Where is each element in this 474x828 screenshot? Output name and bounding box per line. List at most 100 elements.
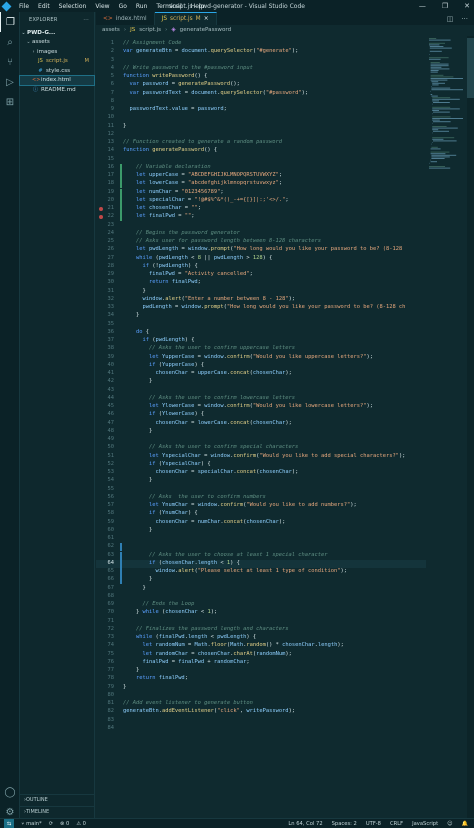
code-line[interactable]: 59 chosenChar = numChar.concat(chosenCha… bbox=[96, 519, 426, 527]
code-text[interactable] bbox=[118, 57, 123, 65]
code-line[interactable]: 11} bbox=[96, 123, 426, 131]
extensions-icon[interactable]: ⊞ bbox=[0, 92, 20, 112]
code-text[interactable]: return finalPwd; bbox=[118, 675, 188, 683]
code-line[interactable]: 66 } bbox=[96, 576, 426, 584]
more-actions-icon[interactable]: ··· bbox=[461, 15, 468, 23]
code-line[interactable]: 21 let chosenChar = ""; bbox=[96, 205, 426, 213]
line-number[interactable]: 83 bbox=[96, 717, 118, 725]
code-line[interactable]: 50 // Asks the user to confirm special c… bbox=[96, 444, 426, 452]
code-line[interactable]: 67 } bbox=[96, 585, 426, 593]
menu-file[interactable]: File bbox=[19, 3, 29, 10]
line-number[interactable]: 75 bbox=[96, 651, 118, 659]
code-line[interactable]: 40 if (YupperCase) { bbox=[96, 362, 426, 370]
line-number[interactable]: 39 bbox=[96, 354, 118, 362]
minimap[interactable] bbox=[426, 36, 466, 818]
breadcrumb-folder[interactable]: assets bbox=[102, 27, 120, 33]
git-change-marker[interactable] bbox=[120, 205, 122, 213]
line-number[interactable]: 10 bbox=[96, 114, 118, 122]
code-text[interactable]: let YlowerCase = window.confirm("Would y… bbox=[118, 403, 373, 411]
code-text[interactable]: let randomChar = chosenChar.charAt(rando… bbox=[118, 651, 291, 659]
tree-item-readme-md[interactable]: ⓘ README.md bbox=[20, 85, 94, 95]
line-number[interactable]: 72 bbox=[96, 626, 118, 634]
split-editor-icon[interactable]: ◫ bbox=[447, 15, 454, 23]
code-line[interactable]: 43 bbox=[96, 387, 426, 395]
code-text[interactable]: window.alert("Enter a number between 8 -… bbox=[118, 296, 295, 304]
code-text[interactable]: finalPwd = finalPwd + randomChar; bbox=[118, 659, 249, 667]
line-number[interactable]: 34 bbox=[96, 312, 118, 320]
git-change-marker[interactable] bbox=[120, 543, 122, 552]
line-number[interactable]: 42 bbox=[96, 378, 118, 386]
code-line[interactable]: 14 function generatePassword() { bbox=[96, 147, 426, 155]
code-line[interactable]: 78 return finalPwd; bbox=[96, 675, 426, 683]
git-change-marker[interactable] bbox=[120, 163, 122, 172]
encoding[interactable]: UTF-8 bbox=[366, 821, 381, 827]
code-line[interactable]: 61 bbox=[96, 535, 426, 543]
code-text[interactable]: // Asks the user to confirm special char… bbox=[118, 444, 298, 452]
code-text[interactable]: var passwordText = document.querySelecto… bbox=[118, 90, 309, 98]
line-number[interactable]: 81 bbox=[96, 700, 118, 708]
code-text[interactable] bbox=[118, 486, 123, 494]
code-text[interactable]: let pwdLength = window.prompt("How long … bbox=[118, 246, 402, 254]
sync-icon[interactable]: ⟳ bbox=[49, 821, 53, 827]
code-text[interactable]: } bbox=[118, 576, 152, 584]
line-number[interactable]: 71 bbox=[96, 618, 118, 626]
line-number[interactable]: 76 bbox=[96, 659, 118, 667]
git-change-marker[interactable] bbox=[120, 188, 122, 197]
code-line[interactable]: 18 let lowerCase = "abcdefghijklmnopqrst… bbox=[96, 180, 426, 188]
code-text[interactable]: // Add event listener to generate button bbox=[118, 700, 253, 708]
line-number[interactable]: 12 bbox=[96, 131, 118, 139]
cursor-position[interactable]: Ln 64, Col 72 bbox=[288, 821, 322, 827]
code-text[interactable]: } bbox=[118, 312, 139, 320]
line-number[interactable]: 74 bbox=[96, 642, 118, 650]
line-number[interactable]: 67 bbox=[96, 585, 118, 593]
git-change-marker[interactable] bbox=[120, 180, 122, 189]
line-number[interactable]: 9 bbox=[96, 106, 118, 114]
tab-script-js[interactable]: JS script.js M × bbox=[154, 12, 217, 25]
workspace-root[interactable]: ⌄ PWD-G... bbox=[20, 28, 94, 38]
line-number[interactable]: 53 bbox=[96, 469, 118, 477]
line-number[interactable]: 50 bbox=[96, 444, 118, 452]
menu-go[interactable]: Go bbox=[119, 3, 127, 10]
code-line[interactable]: 6 var password = generatePassword(); bbox=[96, 81, 426, 89]
outline-section[interactable]: › OUTLINE bbox=[20, 794, 94, 804]
line-number[interactable]: 30 bbox=[96, 279, 118, 287]
line-number[interactable]: 46 bbox=[96, 411, 118, 419]
code-line[interactable]: 24 // Begins the password generator bbox=[96, 230, 426, 238]
code-text[interactable]: } while (chosenChar < 1); bbox=[118, 609, 217, 617]
line-number[interactable]: 62 bbox=[96, 543, 118, 551]
code-line[interactable]: 34 } bbox=[96, 312, 426, 320]
code-line[interactable]: 12 bbox=[96, 131, 426, 139]
code-text[interactable]: chosenChar = lowerCase.concat(chosenChar… bbox=[118, 420, 291, 428]
line-number[interactable]: 52 bbox=[96, 461, 118, 469]
code-text[interactable]: function generatePassword() { bbox=[118, 147, 217, 155]
code-text[interactable]: let YnumChar = window.confirm("Would you… bbox=[118, 502, 357, 510]
menu-run[interactable]: Run bbox=[136, 3, 148, 10]
line-number[interactable]: 45 bbox=[96, 403, 118, 411]
tree-item-style-css[interactable]: # style.css bbox=[20, 66, 94, 76]
code-line[interactable]: 53 chosenChar = specialChar.concat(chose… bbox=[96, 469, 426, 477]
breadcrumb-symbol[interactable]: generatePassword bbox=[180, 27, 231, 33]
code-text[interactable]: let lowerCase = "abcdefghijklmnopqrstuvw… bbox=[118, 180, 282, 188]
line-number[interactable]: 16 bbox=[96, 164, 118, 172]
code-text[interactable]: } bbox=[118, 288, 145, 296]
code-line[interactable]: 7 var passwordText = document.querySelec… bbox=[96, 90, 426, 98]
menu-help[interactable]: Help bbox=[191, 3, 205, 10]
code-line[interactable]: 35 bbox=[96, 321, 426, 329]
code-text[interactable] bbox=[118, 321, 123, 329]
line-number[interactable]: 56 bbox=[96, 494, 118, 502]
line-number[interactable]: 73 bbox=[96, 634, 118, 642]
code-text[interactable]: // Finalizes the password length and cha… bbox=[118, 626, 289, 634]
code-line[interactable]: 13// Function created to generate a rand… bbox=[96, 139, 426, 147]
menu-edit[interactable]: Edit bbox=[38, 3, 50, 10]
line-number[interactable]: 69 bbox=[96, 601, 118, 609]
breadcrumb-file[interactable]: script.js bbox=[139, 27, 161, 33]
code-text[interactable]: } bbox=[118, 123, 126, 131]
code-text[interactable]: } bbox=[118, 527, 152, 535]
code-text[interactable]: } bbox=[118, 477, 152, 485]
menu-view[interactable]: View bbox=[95, 3, 109, 10]
code-text[interactable]: if (!pwdLength) { bbox=[118, 263, 197, 271]
git-change-marker[interactable] bbox=[120, 559, 122, 568]
line-number[interactable]: 41 bbox=[96, 370, 118, 378]
code-line[interactable]: 29 finalPwd = "Activity cancelled"; bbox=[96, 271, 426, 279]
git-change-marker[interactable] bbox=[120, 576, 122, 585]
